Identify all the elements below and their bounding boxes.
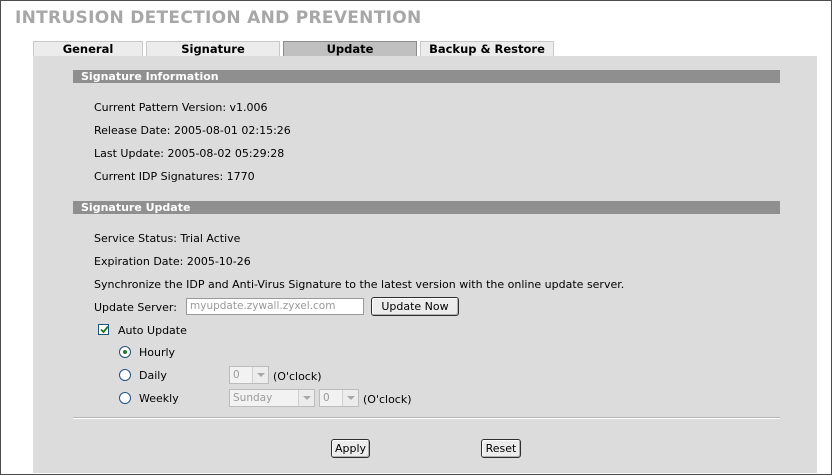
radio-selected-dot: [123, 350, 127, 354]
chevron-down-icon: [252, 367, 268, 383]
signature-update-heading: Signature Update: [73, 201, 780, 214]
update-server-label: Update Server:: [94, 301, 177, 314]
weekly-label: Weekly: [139, 392, 179, 405]
current-pattern-version: Current Pattern Version: v1.006: [94, 101, 268, 114]
daily-oclock-label: (O'clock): [273, 370, 322, 383]
sync-description: Synchronize the IDP and Anti-Virus Signa…: [94, 278, 625, 291]
apply-button[interactable]: Apply: [331, 439, 370, 458]
tab-signature[interactable]: Signature: [146, 41, 280, 57]
daily-hour-value: 0: [233, 369, 240, 381]
tab-update[interactable]: Update: [283, 41, 417, 57]
release-date: Release Date: 2005-08-01 02:15:26: [94, 124, 291, 137]
weekly-radio[interactable]: [119, 392, 131, 404]
tab-general[interactable]: General: [33, 41, 143, 57]
daily-label: Daily: [139, 369, 167, 382]
weekly-day-value: Sunday: [233, 392, 273, 404]
chevron-down-icon: [342, 390, 358, 406]
weekly-hour-value: 0: [323, 392, 330, 404]
hourly-label: Hourly: [139, 346, 176, 359]
service-status: Service Status: Trial Active: [94, 232, 241, 245]
auto-update-label: Auto Update: [118, 324, 187, 337]
page-title: INTRUSION DETECTION AND PREVENTION: [15, 8, 422, 28]
tab-backup-restore[interactable]: Backup & Restore: [420, 41, 554, 57]
last-update: Last Update: 2005-08-02 05:29:28: [94, 147, 285, 160]
update-now-button[interactable]: Update Now: [371, 297, 459, 316]
expiration-date: Expiration Date: 2005-10-26: [94, 255, 251, 268]
window-frame: INTRUSION DETECTION AND PREVENTION Gener…: [0, 0, 832, 475]
weekly-day-select[interactable]: Sunday: [229, 389, 315, 407]
auto-update-checkbox[interactable]: [98, 324, 109, 335]
current-idp-signatures: Current IDP Signatures: 1770: [94, 170, 255, 183]
weekly-hour-select[interactable]: 0: [319, 389, 359, 407]
weekly-oclock-label: (O'clock): [363, 393, 412, 406]
checkmark-icon: [100, 325, 109, 334]
divider-highlight: [73, 418, 780, 419]
signature-information-heading: Signature Information: [73, 70, 780, 83]
hourly-radio[interactable]: [119, 346, 131, 358]
daily-hour-select[interactable]: 0: [229, 366, 269, 384]
update-server-input[interactable]: myupdate.zywall.zyxel.com: [186, 298, 364, 315]
chevron-down-icon: [298, 390, 314, 406]
daily-radio[interactable]: [119, 369, 131, 381]
reset-button[interactable]: Reset: [481, 439, 521, 458]
